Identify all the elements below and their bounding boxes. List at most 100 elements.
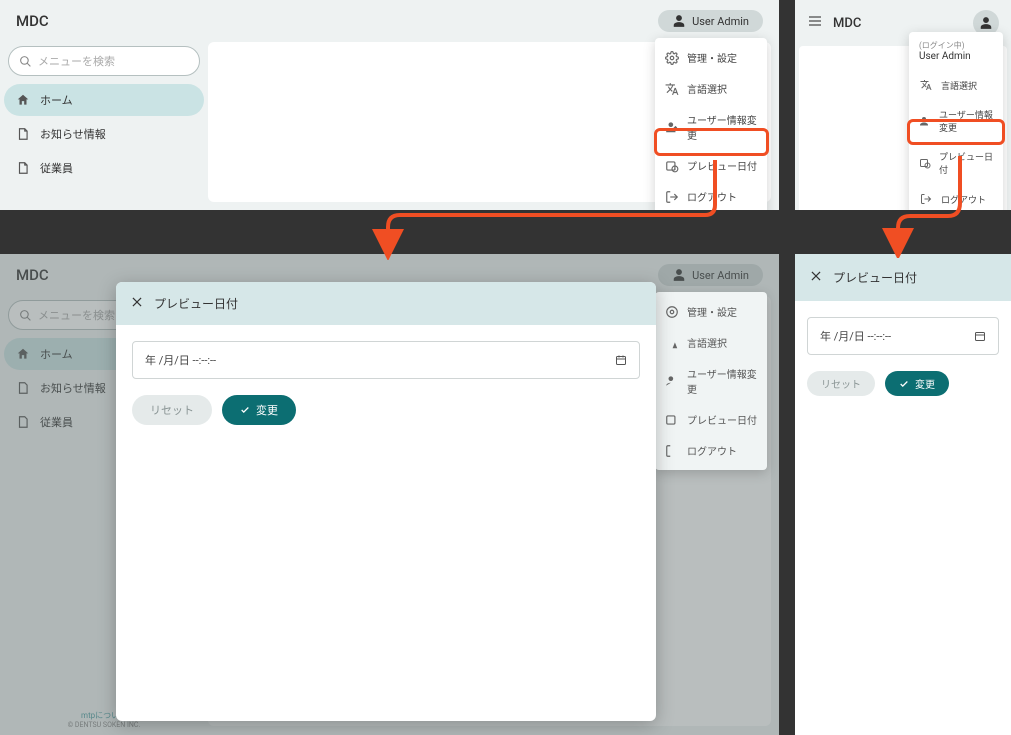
sidebar-label: お知らせ情報 [40, 126, 106, 142]
date-placeholder: 年 /月/日 --:--:-- [145, 352, 216, 368]
user-name: User Admin [919, 51, 993, 62]
user-dropdown-mobile: (ログイン中) User Admin 言語選択 ユーザー情報変更 プレビュー日付… [909, 32, 1003, 210]
mobile-page-header: プレビュー日付 [795, 254, 1011, 301]
menu-logout[interactable]: ログアウト [909, 184, 1003, 210]
back-close-button[interactable] [809, 268, 823, 287]
reset-button[interactable]: リセット [807, 371, 875, 396]
date-placeholder: 年 /月/日 --:--:-- [820, 328, 891, 344]
check-icon [899, 379, 909, 389]
user-menu-button[interactable]: User Admin [658, 10, 763, 32]
menu-label: ログアウト [687, 189, 737, 204]
menu-user-info[interactable]: ユーザー情報変更 [655, 358, 767, 404]
mobile-page-body: 年 /月/日 --:--:-- リセット 変更 [795, 301, 1011, 721]
hamburger-icon [807, 13, 823, 29]
hamburger-button[interactable] [807, 13, 823, 33]
app-header: MDC User Admin [0, 0, 779, 42]
menu-user-info[interactable]: ユーザー情報変更 [655, 104, 767, 150]
menu-label: ログアウト [941, 193, 986, 206]
reset-label: リセット [150, 402, 194, 418]
close-icon [809, 269, 823, 283]
logout-icon [665, 444, 679, 458]
menu-admin-settings[interactable]: 管理・設定 [655, 42, 767, 73]
mobile-preview-date: プレビュー日付 年 /月/日 --:--:-- リセット 変更 [795, 254, 1011, 735]
reset-button[interactable]: リセット [132, 395, 212, 425]
mobile-menu-open: MDC (ログイン中) User Admin 言語選択 ユーザー情報変更 プレビ… [795, 0, 1011, 210]
search-placeholder: メニューを検索 [38, 53, 115, 69]
document-icon [16, 161, 30, 175]
logout-icon [919, 192, 933, 206]
search-input[interactable]: メニューを検索 [8, 46, 200, 76]
user-label: User Admin [692, 15, 749, 28]
app-title: MDC [16, 12, 49, 30]
menu-label: 言語選択 [687, 81, 727, 96]
submit-label: 変更 [256, 402, 278, 418]
menu-label: プレビュー日付 [939, 150, 993, 176]
menu-preview-date[interactable]: プレビュー日付 [909, 142, 1003, 184]
menu-label: 言語選択 [941, 79, 977, 92]
modal-close-button[interactable] [130, 294, 144, 313]
submit-button[interactable]: 変更 [885, 371, 949, 396]
menu-user-info[interactable]: ユーザー情報変更 [909, 100, 1003, 142]
user-dropdown: 管理・設定 言語選択 ユーザー情報変更 プレビュー日付 ログアウト [655, 38, 767, 210]
document-icon [16, 127, 30, 141]
app-title-mobile: MDC [833, 16, 963, 31]
calendar-icon [615, 354, 627, 366]
calendar-icon [974, 330, 986, 342]
user-edit-icon [919, 114, 931, 128]
calendar-clock-icon [919, 156, 931, 170]
modal-buttons: リセット 変更 [132, 395, 640, 425]
submit-label: 変更 [915, 376, 935, 391]
user-edit-icon [665, 374, 679, 388]
calendar-clock-icon [665, 413, 679, 427]
menu-label: プレビュー日付 [687, 412, 757, 427]
calendar-clock-icon [665, 159, 679, 173]
logout-icon [665, 190, 679, 204]
reset-label: リセット [821, 376, 861, 391]
sidebar-label: ホーム [40, 92, 73, 108]
user-icon [672, 14, 686, 28]
user-edit-icon [665, 120, 679, 134]
menu-admin-settings[interactable]: 管理・設定 [655, 296, 767, 327]
menu-preview-date[interactable]: プレビュー日付 [655, 150, 767, 181]
user-icon [979, 16, 993, 30]
preview-date-modal: プレビュー日付 年 /月/日 --:--:-- リセット 変更 [116, 282, 656, 721]
date-input[interactable]: 年 /月/日 --:--:-- [132, 341, 640, 379]
menu-label: ユーザー情報変更 [687, 112, 757, 142]
menu-label: 管理・設定 [687, 50, 737, 65]
menu-language[interactable]: 言語選択 [655, 327, 767, 358]
gear-icon [665, 305, 679, 319]
menu-label: 管理・設定 [687, 304, 737, 319]
translate-icon [665, 82, 679, 96]
modal-header: プレビュー日付 [116, 282, 656, 325]
menu-label: プレビュー日付 [687, 158, 757, 173]
menu-label: ユーザー情報変更 [687, 366, 757, 396]
sidebar-label: 従業員 [40, 160, 73, 176]
date-input[interactable]: 年 /月/日 --:--:-- [807, 317, 999, 355]
user-dropdown-behind: 管理・設定 言語選択 ユーザー情報変更 プレビュー日付 ログアウト [655, 292, 767, 470]
desktop-modal-open: MDC User Admin メニューを検索 ホーム お知らせ情報 従業員 [0, 254, 779, 735]
translate-icon [665, 336, 679, 350]
sidebar-item-home[interactable]: ホーム [4, 84, 204, 116]
menu-preview-date[interactable]: プレビュー日付 [655, 404, 767, 435]
logged-in-label: (ログイン中) [919, 40, 993, 51]
modal-title: プレビュー日付 [154, 295, 238, 312]
mobile-buttons: リセット 変更 [807, 371, 999, 396]
desktop-menu-open: MDC User Admin メニューを検索 ホーム お知らせ情報 [0, 0, 779, 210]
close-icon [130, 295, 144, 309]
gear-icon [665, 51, 679, 65]
menu-label: ログアウト [687, 443, 737, 458]
page-title: プレビュー日付 [833, 269, 917, 286]
modal-spacer [132, 425, 640, 705]
translate-icon [919, 78, 933, 92]
menu-language[interactable]: 言語選択 [909, 70, 1003, 100]
menu-logout[interactable]: ログアウト [655, 435, 767, 466]
sidebar-item-news[interactable]: お知らせ情報 [4, 118, 204, 150]
dropdown-user-header: (ログイン中) User Admin [909, 36, 1003, 70]
sidebar-item-employees[interactable]: 従業員 [4, 152, 204, 184]
sidebar: メニューを検索 ホーム お知らせ情報 従業員 [0, 42, 208, 210]
menu-logout[interactable]: ログアウト [655, 181, 767, 210]
menu-language[interactable]: 言語選択 [655, 73, 767, 104]
home-icon [16, 93, 30, 107]
submit-button[interactable]: 変更 [222, 395, 296, 425]
search-icon [19, 55, 32, 68]
